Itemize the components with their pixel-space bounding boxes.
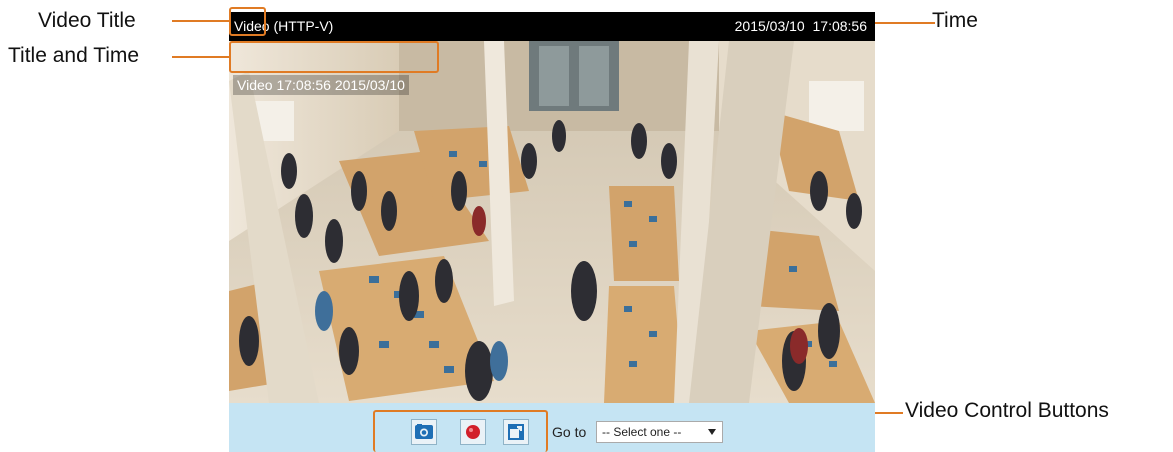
video-title-protocol: (HTTP-V)	[269, 18, 334, 34]
goto-select[interactable]: -- Select one --	[596, 421, 723, 443]
callout-video-control-buttons: Video Control Buttons	[905, 399, 1109, 422]
timestamp-time: 17:08:56	[812, 18, 868, 34]
callout-line-title-and-time	[172, 56, 232, 58]
timestamp: 2015/03/10 17:08:56	[735, 18, 867, 34]
highlight-title-and-time	[229, 41, 439, 73]
callout-time: Time	[932, 9, 978, 32]
chevron-down-icon	[708, 429, 716, 435]
goto-selected-value: -- Select one --	[602, 425, 682, 439]
control-bar: Go to -- Select one --	[229, 403, 875, 452]
highlight-video-control-buttons	[373, 410, 548, 452]
title-bar: Video (HTTP-V) 2015/03/10 17:08:56	[229, 12, 875, 41]
callout-line-video-title	[172, 20, 232, 22]
video-stream[interactable]: Video 17:08:56 2015/03/10	[229, 41, 875, 403]
timestamp-date: 2015/03/10	[734, 18, 805, 34]
callout-video-title: Video Title	[38, 9, 136, 32]
video-viewer: Video (HTTP-V) 2015/03/10 17:08:56 Video…	[229, 12, 875, 452]
goto-label: Go to	[552, 424, 587, 440]
highlight-video-title	[229, 7, 266, 36]
title-and-time-overlay: Video 17:08:56 2015/03/10	[233, 75, 409, 95]
video-frame-illustration	[229, 41, 875, 403]
callout-line-time	[875, 22, 935, 24]
callout-title-and-time: Title and Time	[8, 44, 140, 67]
